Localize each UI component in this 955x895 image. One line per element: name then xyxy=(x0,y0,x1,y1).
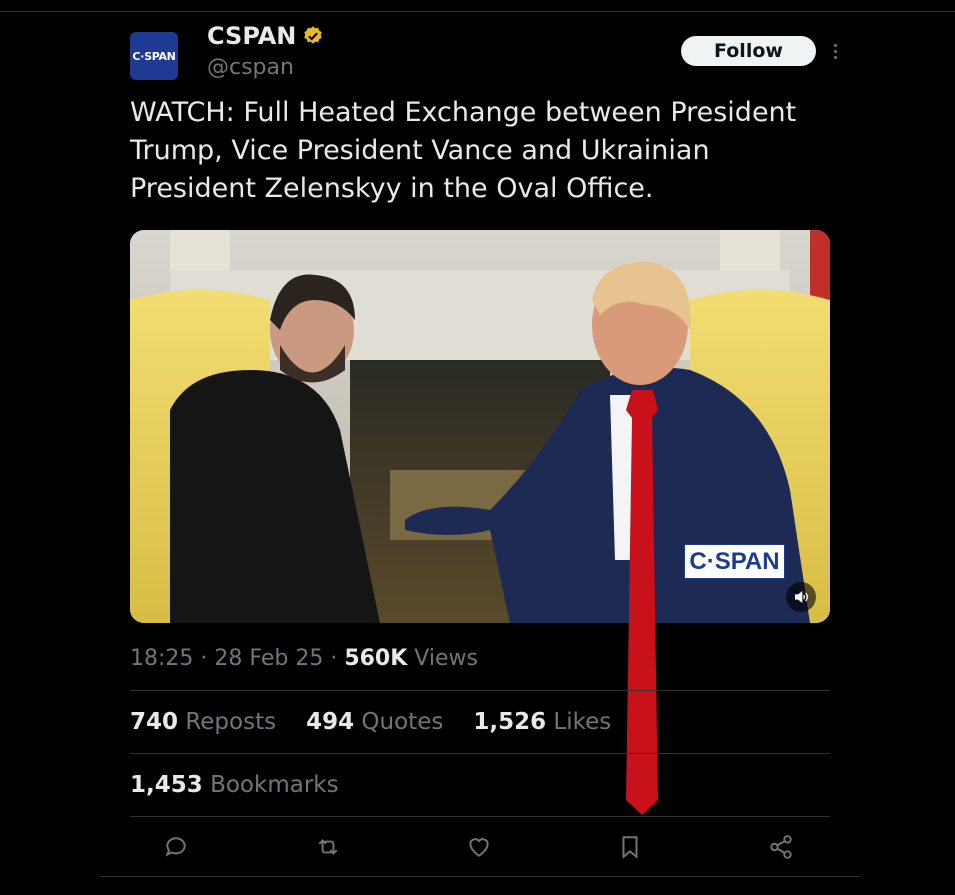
tweet-time[interactable]: 18:25 xyxy=(130,646,193,671)
share-icon[interactable] xyxy=(768,834,794,860)
account-name[interactable]: CSPAN xyxy=(207,22,324,50)
tweet-meta: 18:25 · 28 Feb 25 · 560K Views xyxy=(130,646,478,671)
bookmarks-stat: 1,453 Bookmarks xyxy=(130,772,339,798)
quotes-stat[interactable]: 494 Quotes xyxy=(306,709,443,735)
likes-stat[interactable]: 1,526 Likes xyxy=(473,709,611,735)
verified-badge-icon xyxy=(304,26,323,44)
like-icon[interactable] xyxy=(466,834,492,860)
speaker-icon[interactable] xyxy=(786,582,816,612)
top-divider xyxy=(0,11,955,12)
reply-icon[interactable] xyxy=(163,834,189,860)
divider xyxy=(130,816,830,817)
bookmark-icon[interactable] xyxy=(617,834,643,860)
account-name-label: CSPAN xyxy=(207,22,297,50)
engagement-stats: 740 Reposts 494 Quotes 1,526 Likes xyxy=(130,709,611,735)
repost-icon[interactable] xyxy=(315,834,341,860)
views-count: 560K xyxy=(344,646,408,671)
more-options-icon[interactable] xyxy=(827,36,843,66)
views-label: Views xyxy=(414,646,478,671)
follow-button[interactable]: Follow xyxy=(681,36,816,66)
avatar[interactable]: C·SPAN xyxy=(130,32,178,80)
cspan-watermark: C·SPAN xyxy=(684,544,785,579)
tweet-text: WATCH: Full Heated Exchange between Pres… xyxy=(130,97,797,204)
reposts-stat[interactable]: 740 Reposts xyxy=(130,709,276,735)
red-tie-overlay xyxy=(626,390,658,815)
divider xyxy=(130,690,830,691)
tweet-date[interactable]: 28 Feb 25 xyxy=(214,646,323,671)
divider xyxy=(130,753,830,754)
bottom-divider xyxy=(100,876,860,877)
account-handle[interactable]: @cspan xyxy=(207,55,294,80)
